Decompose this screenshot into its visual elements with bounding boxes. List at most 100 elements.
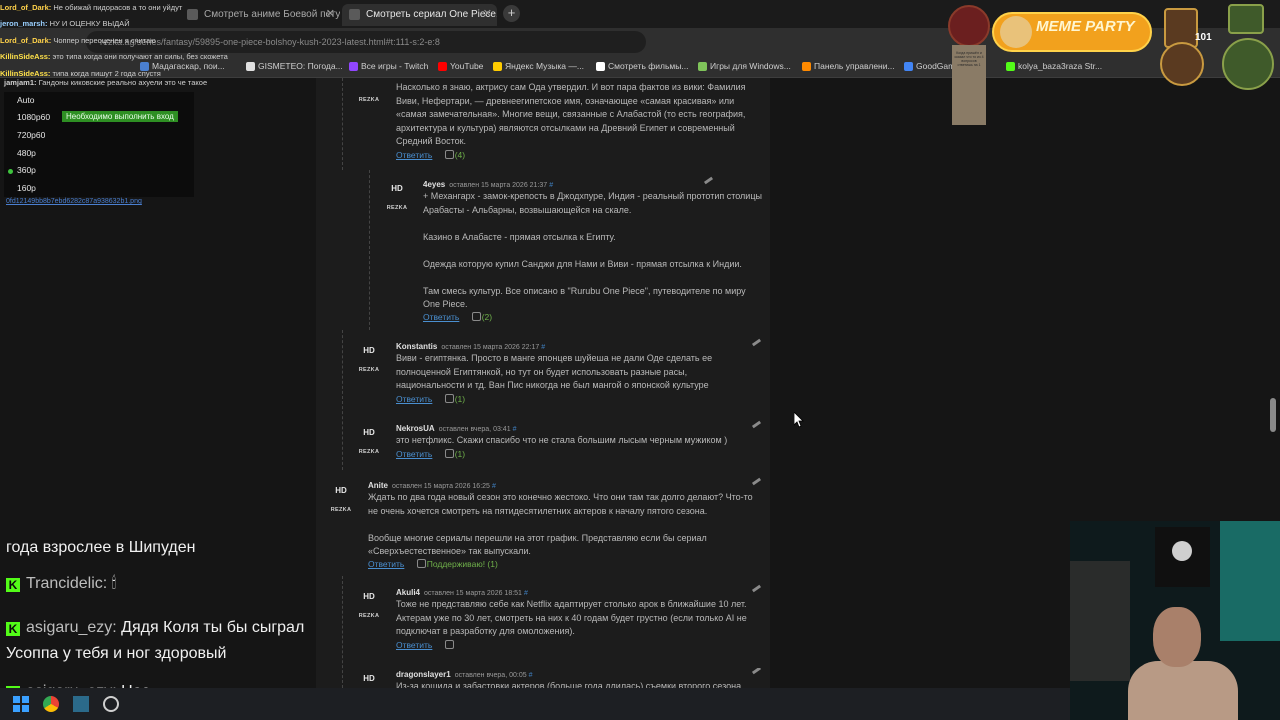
webcam-feed [1070, 521, 1280, 720]
hd-label: HD [335, 486, 347, 495]
chat-text: типа когда пишут 2 года спустя [52, 68, 161, 78]
app-icon[interactable] [73, 696, 89, 712]
comment-author[interactable]: NekrosUA [396, 424, 435, 433]
like-button[interactable]: (1) [444, 449, 465, 459]
chat-message: Kasigaru_ezy: Дядя Коля ты бы сыграл [6, 619, 304, 637]
comment-permalink[interactable]: # [492, 483, 496, 490]
obs-icon[interactable] [103, 696, 119, 712]
edit-pencil-icon[interactable] [702, 176, 712, 186]
comment-permalink[interactable]: # [524, 590, 528, 597]
bookmark-icon [698, 62, 707, 71]
thumbs-up-icon [444, 640, 454, 649]
edit-pencil-icon[interactable] [750, 584, 760, 594]
reply-link[interactable]: Ответить [396, 394, 432, 404]
bookmark-gismeteo[interactable]: GISMETEO: Погода... [246, 61, 343, 71]
chat-text: 🕯 [111, 575, 117, 592]
comment-date: оставлен 15 марта 2026 18:51 [424, 590, 522, 597]
quality-option-1080p60[interactable]: 1080p60 [17, 112, 50, 126]
selected-dot-icon [8, 169, 13, 174]
reply-link[interactable]: Ответить [423, 312, 459, 322]
bookmark-icon [802, 62, 811, 71]
chat-text: НУ И ОЦЕНКУ ВЫДАЙ [49, 19, 130, 29]
close-icon[interactable]: ✕ [326, 7, 335, 20]
new-tab-button[interactable]: + [503, 5, 520, 22]
comment-date: оставлен вчера, 00:05 [454, 672, 527, 679]
tab-label: Смотреть сериал One Piece. Б [366, 9, 497, 20]
chat-nick: Lord_of_Dark: [0, 3, 52, 12]
comment-author[interactable]: dragonslayer1 [396, 670, 451, 679]
reply-link[interactable]: Ответить [368, 559, 404, 569]
comment-author[interactable]: Konstantis [396, 342, 437, 351]
windows-taskbar [0, 688, 1070, 720]
bookmark-movies[interactable]: Смотреть фильмы... [596, 61, 688, 71]
comments-section: REZKA Насколько я знаю, актрису сам Ода … [316, 78, 770, 688]
edit-pencil-icon[interactable] [750, 420, 760, 430]
comment-author[interactable]: Akuli4 [396, 588, 420, 597]
like-button[interactable]: Поддерживаю! (1) [416, 559, 498, 569]
page-scrollbar[interactable] [1270, 398, 1276, 432]
chat-message: jamjam1: Гандоны киковские реально ахуел… [4, 78, 207, 87]
bookmark-youtube[interactable]: YouTube [438, 61, 483, 71]
skull-emblem-icon [1222, 38, 1274, 90]
edit-pencil-icon[interactable] [750, 338, 760, 348]
hd-rezka-avatar: HD REZKA [354, 344, 384, 377]
chat-text: Усоппа у тебя и ног здоровый [6, 645, 227, 662]
comment-date: оставлен 15 марта 2026 21:37 [449, 182, 548, 189]
quality-option-360p[interactable]: 360p [8, 165, 36, 179]
comment-actions: Ответить [396, 639, 455, 653]
thumbs-up-icon [444, 150, 454, 159]
like-button[interactable]: (4) [444, 150, 465, 160]
tab-one-piece[interactable]: Смотреть сериал One Piece. Б ✕ [342, 4, 497, 26]
kick-logo-icon: K [6, 578, 20, 592]
hd-label: HD [391, 184, 403, 193]
comment-author[interactable]: 4eyes [423, 180, 445, 189]
bookmark-label: kolya_baza3raza Str... [1018, 61, 1103, 71]
bookmark-windows-games[interactable]: Игры для Windows... [698, 61, 791, 71]
comment: HD REZKA NekrosUA оставлен вчера, 03:41 # э… [354, 422, 766, 466]
bookmark-kick-stream[interactable]: kolya_baza3raza Str... [1006, 61, 1102, 71]
bookmark-control-panel[interactable]: Панель управлени... [802, 61, 895, 71]
bookmark-twitch[interactable]: Все игры - Twitch [349, 61, 428, 71]
chat-nick: KillinSideAss: [0, 68, 51, 78]
chat-nick: jeron_marsh: [0, 19, 48, 29]
streamer-body [1128, 661, 1238, 720]
thumbs-up-icon [444, 449, 454, 458]
comment-permalink[interactable]: # [549, 182, 553, 189]
comment-author[interactable]: Anite [368, 481, 388, 490]
quality-option-480p[interactable]: 480p [17, 148, 36, 162]
rezka-label: REZKA [358, 612, 380, 619]
rezka-label: REZKA [386, 204, 408, 211]
comment-date: оставлен 15 марта 2026 16:25 [392, 483, 490, 490]
like-button[interactable]: (1) [444, 394, 465, 404]
bookmark-yandex-music[interactable]: Яндекс Музыка —... [493, 61, 584, 71]
quality-option-160p[interactable]: 160p [17, 183, 36, 197]
comment-permalink[interactable]: # [513, 426, 517, 433]
hd-label: HD [363, 592, 375, 601]
comment-permalink[interactable]: # [541, 344, 545, 351]
like-button[interactable] [444, 640, 455, 650]
chat-message: года взрослее в Шипуден [6, 539, 196, 557]
comment: HD REZKA Anite оставлен 15 марта 2026 16:2… [326, 478, 766, 572]
quality-option-auto[interactable]: Auto [17, 95, 35, 109]
comment-body: Ждать по два года новый сезон это конечн… [368, 492, 753, 556]
edit-pencil-icon[interactable] [750, 477, 760, 487]
reply-link[interactable]: Ответить [396, 150, 432, 160]
close-icon[interactable]: ✕ [483, 7, 492, 20]
comment-date: оставлен вчера, 03:41 [438, 426, 511, 433]
comment-date: оставлен 15 марта 2026 22:17 [441, 344, 540, 351]
bookmark-label: Яндекс Музыка —... [505, 61, 584, 71]
rank-badge-icon [1228, 4, 1264, 34]
viewer-counter: 101 [1195, 32, 1212, 43]
chrome-icon[interactable] [43, 696, 59, 712]
reply-link[interactable]: Ответить [396, 640, 432, 650]
edit-pencil-icon[interactable] [750, 668, 760, 676]
file-link[interactable]: 0fd12149bb8b7ebd6282c87a938632b1.png [6, 198, 142, 205]
chat-text: Не обижай пидорасов а то они уйдут [53, 3, 183, 12]
chat-nick: Lord_of_Dark: [0, 35, 52, 45]
webcam-light [1220, 521, 1280, 641]
reply-link[interactable]: Ответить [396, 449, 432, 459]
comment-permalink[interactable]: # [529, 672, 533, 679]
quality-option-720p60[interactable]: 720p60 [17, 130, 45, 144]
like-button[interactable]: (2) [471, 312, 492, 322]
windows-start-icon[interactable] [13, 696, 29, 712]
